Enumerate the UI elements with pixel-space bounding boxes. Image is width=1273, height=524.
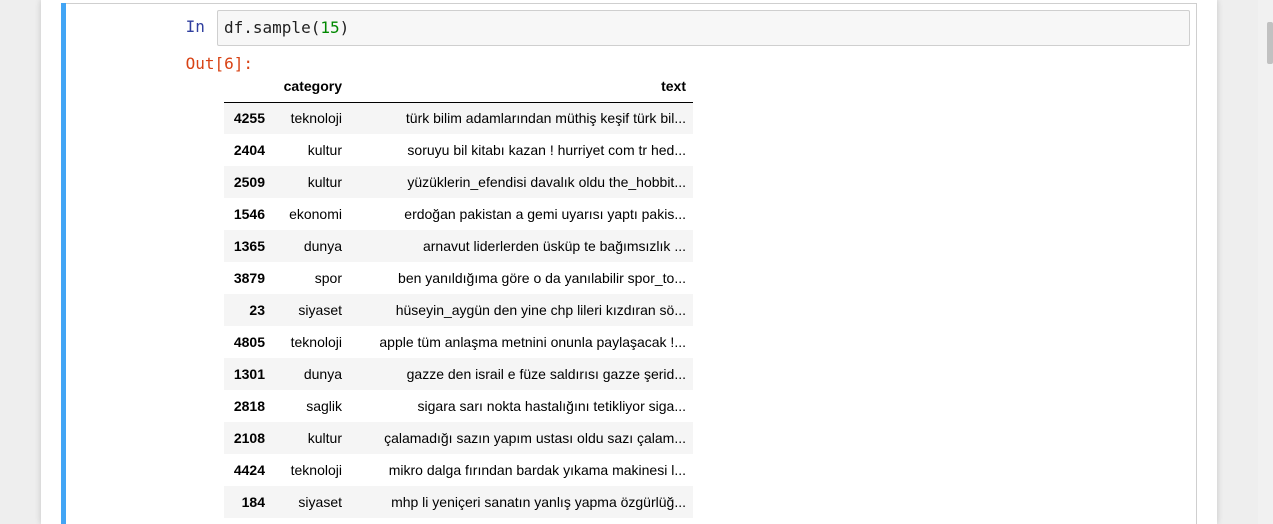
text-cell: soruyu bil kitabı kazan ! hurriyet com t… [407,142,686,158]
row-index: 1365 [233,238,265,254]
code-number: 15 [320,18,340,37]
row-index: 4805 [233,334,265,350]
table-row: 1546 ekonomi erdoğan pakistan a gemi uyarı… [224,198,693,230]
table-row: 2509 kultur yüzüklerin_efendisi davalık ol… [224,166,693,198]
index-header [224,70,272,103]
text-cell: hüseyin_aygün den yine chp lileri kızdır… [395,302,686,318]
table-row: 3879 spor ben yanıldığıma göre o da yanıla… [224,262,693,294]
category-cell: siyaset [298,494,342,510]
scrollbar-thumb[interactable] [1267,22,1273,64]
code-text: df.sample( [224,18,321,37]
category-cell: siyaset [298,302,342,318]
row-index: 2404 [233,142,265,158]
table-row: 2818 saglik sigara sarı nokta hastalığını … [224,390,693,422]
text-cell: mhp li yeniçeri sanatın yanlış yapma özg… [391,494,686,510]
row-index: 3879 [233,270,265,286]
text-cell: ben yanıldığıma göre o da yanılabilir sp… [398,270,686,286]
category-cell: teknoloji [290,462,342,478]
row-index: 4255 [233,110,265,127]
category-cell: teknoloji [290,110,342,127]
text-cell: sigara sarı nokta hastalığını tetikliyor… [417,398,686,414]
text-cell: mikro dalga fırından bardak yıkama makin… [388,462,686,478]
category-header: category [272,70,349,103]
category-cell: dunya [303,238,342,254]
row-index: 184 [241,494,265,510]
category-cell: kultur [307,430,342,446]
text-cell: çalamadığı sazın yapım ustası oldu sazı … [384,430,686,446]
dataframe-table: category text 4255 teknoloji türk bilim ad… [224,70,693,518]
row-index: 2818 [233,398,265,414]
table-row: 2108 kultur çalamadığı sazın yapım ustası … [224,422,693,454]
row-index: 2108 [233,430,265,446]
table-row: 23 siyaset hüseyin_aygün den yine chp lile… [224,294,693,326]
category-cell: kultur [307,174,342,190]
text-cell: arnavut liderlerden üsküp te bağımsızlık… [422,238,686,254]
text-cell: yüzüklerin_efendisi davalık oldu the_hob… [407,174,686,190]
table-row: 1301 dunya gazze den israil e füze saldırı… [224,358,693,390]
row-index: 2509 [233,174,265,190]
code-editor[interactable]: df.sample(15) [217,10,1190,46]
table-row: 184 siyaset mhp li yeniçeri sanatın yanlış… [224,486,693,518]
text-cell: türk bilim adamlarından müthiş keşif tür… [405,110,686,127]
row-index: 1546 [233,206,265,222]
row-index: 1301 [233,366,265,382]
table-row: 4255 teknoloji türk bilim adamlarından müt… [224,102,693,134]
text-header: text [349,70,693,103]
code-text-end: ) [339,18,350,37]
category-cell: teknoloji [290,334,342,350]
text-cell: gazze den israil e füze saldırısı gazze … [406,366,686,382]
table-row: 4424 teknoloji mikro dalga fırından bardak… [224,454,693,486]
header-row: category text [224,70,693,103]
row-index: 4424 [233,462,265,478]
category-cell: saglik [306,398,342,414]
table-row: 4805 teknoloji apple tüm anlaşma metnini o… [224,326,693,358]
table-row: 2404 kultur soruyu bil kitabı kazan ! hurr… [224,134,693,166]
category-cell: ekonomi [289,206,342,222]
row-index: 23 [249,302,265,318]
vertical-scrollbar[interactable] [1258,0,1273,524]
category-cell: dunya [303,366,342,382]
text-cell: erdoğan pakistan a gemi uyarısı yaptı pa… [404,206,686,222]
table-row: 1365 dunya arnavut liderlerden üsküp te ba… [224,230,693,262]
dataframe-output: category text 4255 teknoloji türk bilim ad… [224,70,693,518]
category-cell: spor [314,270,342,286]
notebook-page: In [6]: df.sample(15) Out[6]: category t… [41,0,1217,524]
category-cell: kultur [307,142,342,158]
text-cell: apple tüm anlaşma metnini onunla paylaşa… [379,334,686,350]
selected-cell-indicator [61,3,66,524]
